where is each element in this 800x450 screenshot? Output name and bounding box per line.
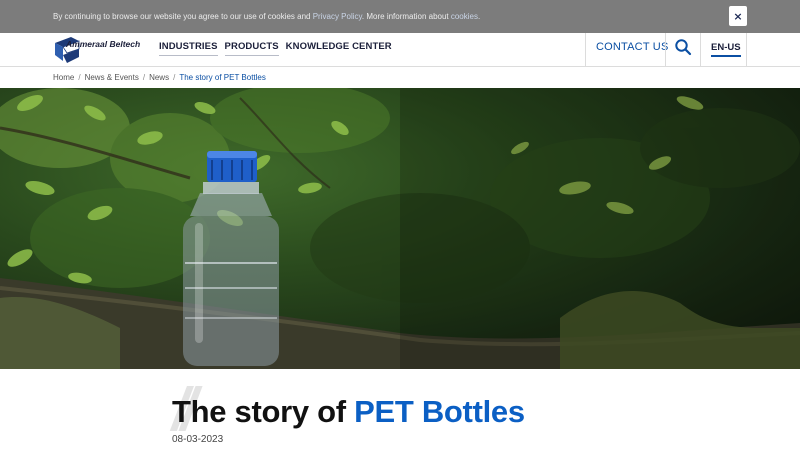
privacy-policy-link[interactable]: Privacy Policy <box>313 12 362 21</box>
breadcrumb-news[interactable]: News <box>149 73 169 82</box>
logo[interactable]: Ammeraal Beltech <box>53 35 143 63</box>
divider <box>700 33 701 67</box>
language-selector[interactable]: EN-US <box>711 42 741 57</box>
cookie-bar: By continuing to browse our website you … <box>0 0 800 33</box>
cookie-close-button[interactable]: × <box>729 6 747 26</box>
breadcrumb-home[interactable]: Home <box>53 73 74 82</box>
title-text: The story of <box>172 394 355 429</box>
search-icon <box>675 39 692 56</box>
nav-knowledge-center[interactable]: KNOWLEDGE CENTER <box>286 41 392 56</box>
breadcrumb-separator: / <box>173 73 176 82</box>
logo-text: Ammeraal Beltech <box>66 39 141 49</box>
contact-us-link[interactable]: CONTACT US <box>596 41 669 53</box>
breadcrumb-separator: / <box>142 73 146 82</box>
cookie-text-middle: . More information about <box>361 12 451 21</box>
nav-industries[interactable]: INDUSTRIES <box>159 41 218 56</box>
search-button[interactable] <box>674 38 692 56</box>
hero-image <box>0 88 800 369</box>
page-title: The story of PET Bottles <box>172 394 525 430</box>
main-nav: INDUSTRIES PRODUCTS KNOWLEDGE CENTER <box>159 41 399 56</box>
cookie-message: By continuing to browse our website you … <box>53 12 480 21</box>
forest-bottle-illustration <box>0 88 800 369</box>
close-icon: × <box>733 9 743 23</box>
publish-date: 08-03-2023 <box>172 434 224 445</box>
breadcrumb-current: The story of PET Bottles <box>179 73 266 82</box>
cookie-text-end: . <box>477 12 481 21</box>
divider <box>585 33 586 67</box>
divider <box>746 33 747 67</box>
breadcrumb-separator: / <box>78 73 81 82</box>
breadcrumb: Home / News & Events / News / The story … <box>53 73 266 82</box>
divider <box>665 33 666 67</box>
breadcrumb-news-events[interactable]: News & Events <box>85 73 139 82</box>
cookies-link[interactable]: cookies <box>451 12 478 21</box>
site-header: Ammeraal Beltech INDUSTRIES PRODUCTS KNO… <box>0 33 800 67</box>
title-accent: PET Bottles <box>354 394 525 429</box>
cookie-text: By continuing to browse our website you … <box>53 12 313 21</box>
nav-products[interactable]: PRODUCTS <box>224 41 279 56</box>
